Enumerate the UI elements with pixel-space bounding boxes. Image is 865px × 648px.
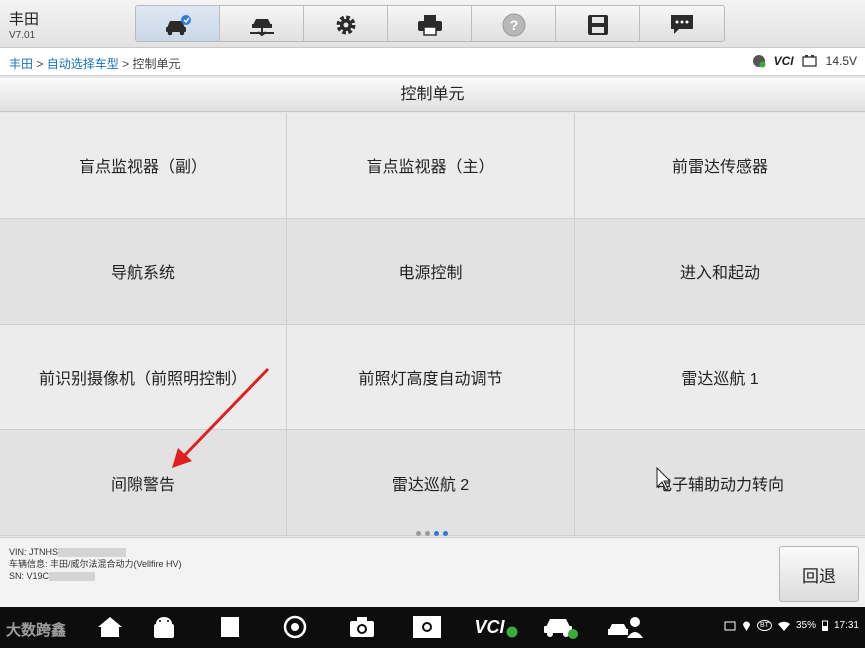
unit-button[interactable]: 间隙警告	[0, 430, 287, 536]
vci-app-button[interactable]: VCI	[474, 613, 518, 641]
car-lift-icon	[249, 18, 274, 36]
battery-percent: 35%	[795, 620, 816, 631]
breadcrumb-item-make[interactable]: 丰田	[9, 57, 33, 71]
unit-button[interactable]: 雷达巡航 2	[287, 430, 575, 536]
page-title: 控制单元	[0, 78, 865, 112]
vehicle-info-footer: VIN: JTNHS 车辆信息: 丰田/威尔法混合动力(Vellfire HV)…	[0, 537, 865, 607]
cast-icon	[724, 621, 736, 630]
remote-expert-icon	[608, 617, 643, 638]
vehicle-app-button[interactable]	[540, 613, 580, 641]
home-tool-button[interactable]	[136, 6, 220, 41]
vci-app-label: VCI	[474, 616, 505, 637]
android-app-button[interactable]	[148, 613, 180, 641]
voltage-readout: 14.5V	[825, 54, 857, 68]
battery-icon	[801, 55, 817, 67]
recent-apps-button[interactable]	[214, 613, 246, 641]
battery-level-icon	[821, 620, 828, 631]
svg-text:?: ?	[509, 17, 518, 33]
page-dot	[443, 531, 448, 536]
breadcrumb-separator: >	[36, 57, 44, 71]
vin-label: VIN: JTNHS	[9, 547, 59, 557]
clock: 17:31	[833, 620, 859, 631]
android-nav-bar: 大数跨鑫 VCI BT 35% 17:31	[0, 607, 865, 648]
message-tool-button[interactable]	[640, 6, 724, 41]
unit-button[interactable]: 前照灯高度自动调节	[287, 324, 575, 431]
bluetooth-badge: BT	[757, 620, 772, 631]
camera-icon	[350, 617, 374, 637]
breadcrumb: 丰田 > 自动选择车型 > 控制单元	[9, 55, 180, 72]
breadcrumb-separator: >	[122, 57, 130, 71]
browser-button[interactable]	[279, 613, 311, 641]
camera-button[interactable]	[346, 613, 378, 641]
car-check-icon	[544, 619, 578, 639]
network-globe-icon	[752, 55, 766, 68]
sn-label: SN: V19C	[9, 571, 50, 581]
breadcrumb-item-current: 控制单元	[132, 57, 181, 71]
breadcrumb-bar: 丰田 > 自动选择车型 > 控制单元 VCI 14.5V	[0, 48, 865, 76]
unit-button[interactable]: 前识别摄像机（前照明控制）	[0, 324, 287, 431]
page-dot	[416, 531, 421, 536]
save-tool-button[interactable]	[556, 6, 640, 41]
page-dot-current	[434, 531, 439, 536]
watermark-text: 大数跨鑫	[6, 622, 67, 639]
control-unit-grid: 盲点监视器（副） 盲点监视器（主） 前雷达传感器 导航系统 电源控制 进入和起动…	[0, 113, 865, 536]
unit-button[interactable]: 盲点监视器（主）	[287, 113, 575, 219]
location-icon	[743, 621, 750, 631]
unit-button[interactable]: 进入和起动	[575, 218, 865, 325]
vci-status: VCI	[773, 54, 794, 68]
unit-button[interactable]: 电子辅助动力转向	[575, 430, 865, 536]
app-title: 丰田	[9, 11, 40, 28]
car-diagnose-icon	[165, 14, 191, 35]
breadcrumb-item-auto-select[interactable]: 自动选择车型	[47, 57, 119, 71]
android-icon	[154, 617, 174, 638]
system-status: BT 35% 17:31	[724, 620, 859, 631]
connection-status: VCI 14.5V	[752, 54, 857, 68]
print-tool-button[interactable]	[388, 6, 472, 41]
unit-button[interactable]: 导航系统	[0, 218, 287, 325]
unit-button[interactable]: 雷达巡航 1	[575, 324, 865, 431]
page-indicator	[416, 531, 448, 536]
vehicle-info: VIN: JTNHS 车辆信息: 丰田/威尔法混合动力(Vellfire HV)…	[9, 546, 182, 582]
help-icon: ?	[502, 13, 525, 36]
app-header: 丰田 V7.01 ?	[0, 0, 865, 48]
app-version: V7.01	[9, 30, 36, 41]
page-dot	[425, 531, 430, 536]
bt-badge-icon	[506, 626, 517, 638]
redacted-block	[49, 572, 96, 582]
settings-tool-button[interactable]	[304, 6, 388, 41]
toolbar: ?	[135, 5, 725, 42]
remote-expert-button[interactable]	[606, 613, 646, 641]
home-nav-button[interactable]	[94, 613, 126, 641]
unit-button[interactable]: 电源控制	[287, 218, 575, 325]
unit-button[interactable]: 盲点监视器（副）	[0, 113, 287, 219]
unit-button[interactable]: 前雷达传感器	[575, 113, 865, 219]
home-icon	[98, 617, 122, 637]
brightness-icon	[413, 616, 441, 638]
vehicle-description: 车辆信息: 丰田/威尔法混合动力(Vellfire HV)	[9, 559, 182, 569]
chrome-icon	[283, 615, 307, 639]
help-tool-button[interactable]: ?	[472, 6, 556, 41]
brightness-button[interactable]	[411, 613, 443, 641]
save-icon	[587, 14, 608, 35]
redacted-block	[58, 548, 127, 558]
message-icon	[671, 14, 693, 34]
wifi-icon	[777, 621, 790, 631]
lift-tool-button[interactable]	[220, 6, 304, 41]
recent-apps-icon	[221, 617, 239, 637]
gear-icon	[336, 15, 355, 34]
back-button[interactable]: 回退	[779, 546, 859, 602]
printer-icon	[417, 14, 442, 36]
